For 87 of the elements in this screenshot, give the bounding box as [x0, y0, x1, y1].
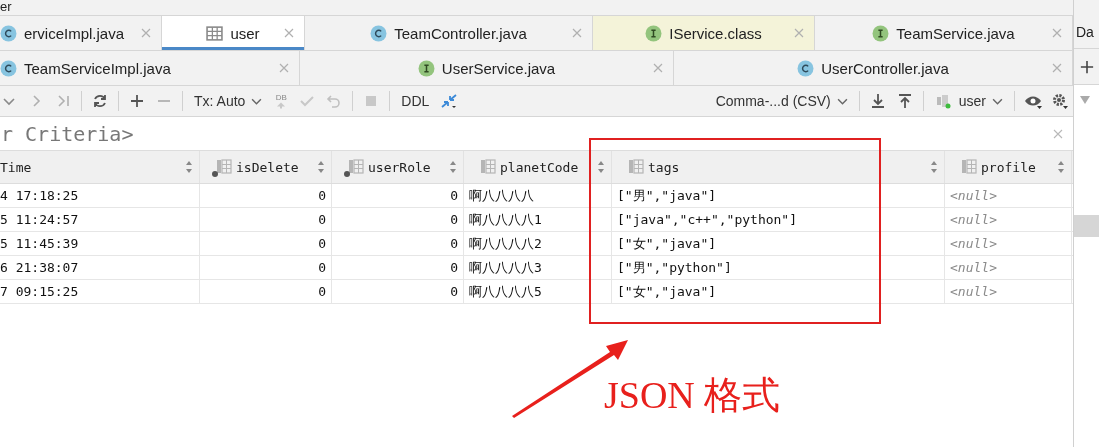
table-cell: ["男","python"]	[612, 256, 945, 279]
table-cell: 6 21:38:07	[0, 256, 200, 279]
table-cell: 5 11:24:57	[0, 208, 200, 231]
sort-icon[interactable]	[449, 160, 457, 174]
window-title: er	[0, 0, 12, 13]
table-cell: 7 09:15:25	[0, 280, 200, 303]
check-icon[interactable]	[298, 93, 317, 109]
table-cell: 啊八八八八3	[464, 256, 612, 279]
column-header[interactable]: profile	[945, 151, 1072, 183]
table-cell: 4 17:18:25	[0, 184, 200, 207]
table-cell: 啊八八八八	[464, 184, 612, 207]
column-header[interactable]: planetCode	[464, 151, 612, 183]
class-icon	[797, 59, 815, 77]
table-icon	[206, 24, 224, 42]
key-marker-icon	[212, 171, 218, 177]
close-icon[interactable]	[572, 28, 582, 38]
table-cell: ["java","c++","python"]	[612, 208, 945, 231]
table-cell: <null>	[945, 232, 1072, 255]
close-icon[interactable]	[279, 63, 289, 73]
scrollbar-thumb[interactable]	[1074, 215, 1099, 237]
panel-tab[interactable]: Da	[1074, 23, 1094, 40]
editor-tab[interactable]: TeamServiceImpl.java	[0, 51, 300, 85]
class-icon	[0, 24, 17, 42]
table-cell: <null>	[945, 256, 1072, 279]
table-cell: 0	[332, 184, 464, 207]
export-format-dropdown[interactable]: Comma-...d (CSV)	[713, 93, 850, 109]
editor-tab[interactable]: UserService.java	[300, 51, 674, 85]
annotation-label: JSON 格式	[604, 373, 781, 418]
close-icon[interactable]	[794, 28, 804, 38]
table-cell: 0	[200, 256, 332, 279]
close-icon[interactable]	[284, 28, 294, 38]
table-cell: 0	[332, 232, 464, 255]
table-cell: 0	[200, 280, 332, 303]
column-header[interactable]: userRole	[332, 151, 464, 183]
table-cell: ["女","java"]	[612, 280, 945, 303]
interface-icon	[417, 59, 435, 77]
sort-icon[interactable]	[317, 160, 325, 174]
add-icon[interactable]	[128, 93, 146, 109]
table-cell: ["男","java"]	[612, 184, 945, 207]
class-icon	[0, 59, 17, 77]
key-marker-icon	[344, 171, 350, 177]
table-cell: 0	[332, 256, 464, 279]
collapse-icon[interactable]	[1079, 95, 1091, 105]
table-cell: <null>	[945, 208, 1072, 231]
column-icon	[214, 159, 232, 175]
sort-icon[interactable]	[185, 160, 193, 174]
column-icon	[959, 159, 977, 175]
interface-icon	[645, 24, 663, 42]
ddl-button[interactable]: DDL	[399, 93, 432, 109]
close-icon[interactable]	[1052, 28, 1062, 38]
compare-arrows-icon[interactable]	[440, 93, 459, 109]
column-icon	[478, 159, 496, 175]
table-cell: ["女","java"]	[612, 232, 945, 255]
table-cell: 0	[200, 184, 332, 207]
sort-icon[interactable]	[1057, 160, 1065, 174]
close-icon[interactable]	[653, 63, 663, 73]
table-cell: 5 11:45:39	[0, 232, 200, 255]
column-icon	[626, 159, 644, 175]
table-cell: 0	[332, 208, 464, 231]
interface-icon	[872, 24, 890, 42]
sort-icon[interactable]	[930, 160, 938, 174]
table-cell: 啊八八八八5	[464, 280, 612, 303]
sort-icon[interactable]	[597, 160, 605, 174]
table-cell: 0	[332, 280, 464, 303]
column-icon	[346, 159, 364, 175]
class-icon	[370, 24, 388, 42]
column-header[interactable]: isDelete	[200, 151, 332, 183]
table-cell: 0	[200, 232, 332, 255]
settings-icon[interactable]	[1051, 93, 1069, 109]
add-icon[interactable]	[1080, 59, 1094, 74]
close-icon[interactable]	[1053, 128, 1063, 139]
datasource-icon	[934, 93, 953, 109]
editor-tab[interactable]: IService.class	[593, 16, 815, 50]
close-icon[interactable]	[141, 28, 151, 38]
editor-tab[interactable]: user	[162, 16, 305, 50]
table-cell: 啊八八八八1	[464, 208, 612, 231]
column-header[interactable]: Time	[0, 151, 200, 183]
table-cell: <null>	[945, 280, 1072, 303]
filter-criteria-field[interactable]: r Criteria>	[1, 121, 134, 146]
table-cell: <null>	[945, 184, 1072, 207]
column-header[interactable]: tags	[612, 151, 945, 183]
datasource-dropdown[interactable]: user	[932, 93, 1005, 109]
transaction-dropdown[interactable]: Tx: Auto	[192, 93, 265, 109]
refresh-icon[interactable]	[91, 93, 109, 109]
close-icon[interactable]	[1052, 63, 1062, 73]
table-cell: 啊八八八八2	[464, 232, 612, 255]
table-cell: 0	[200, 208, 332, 231]
